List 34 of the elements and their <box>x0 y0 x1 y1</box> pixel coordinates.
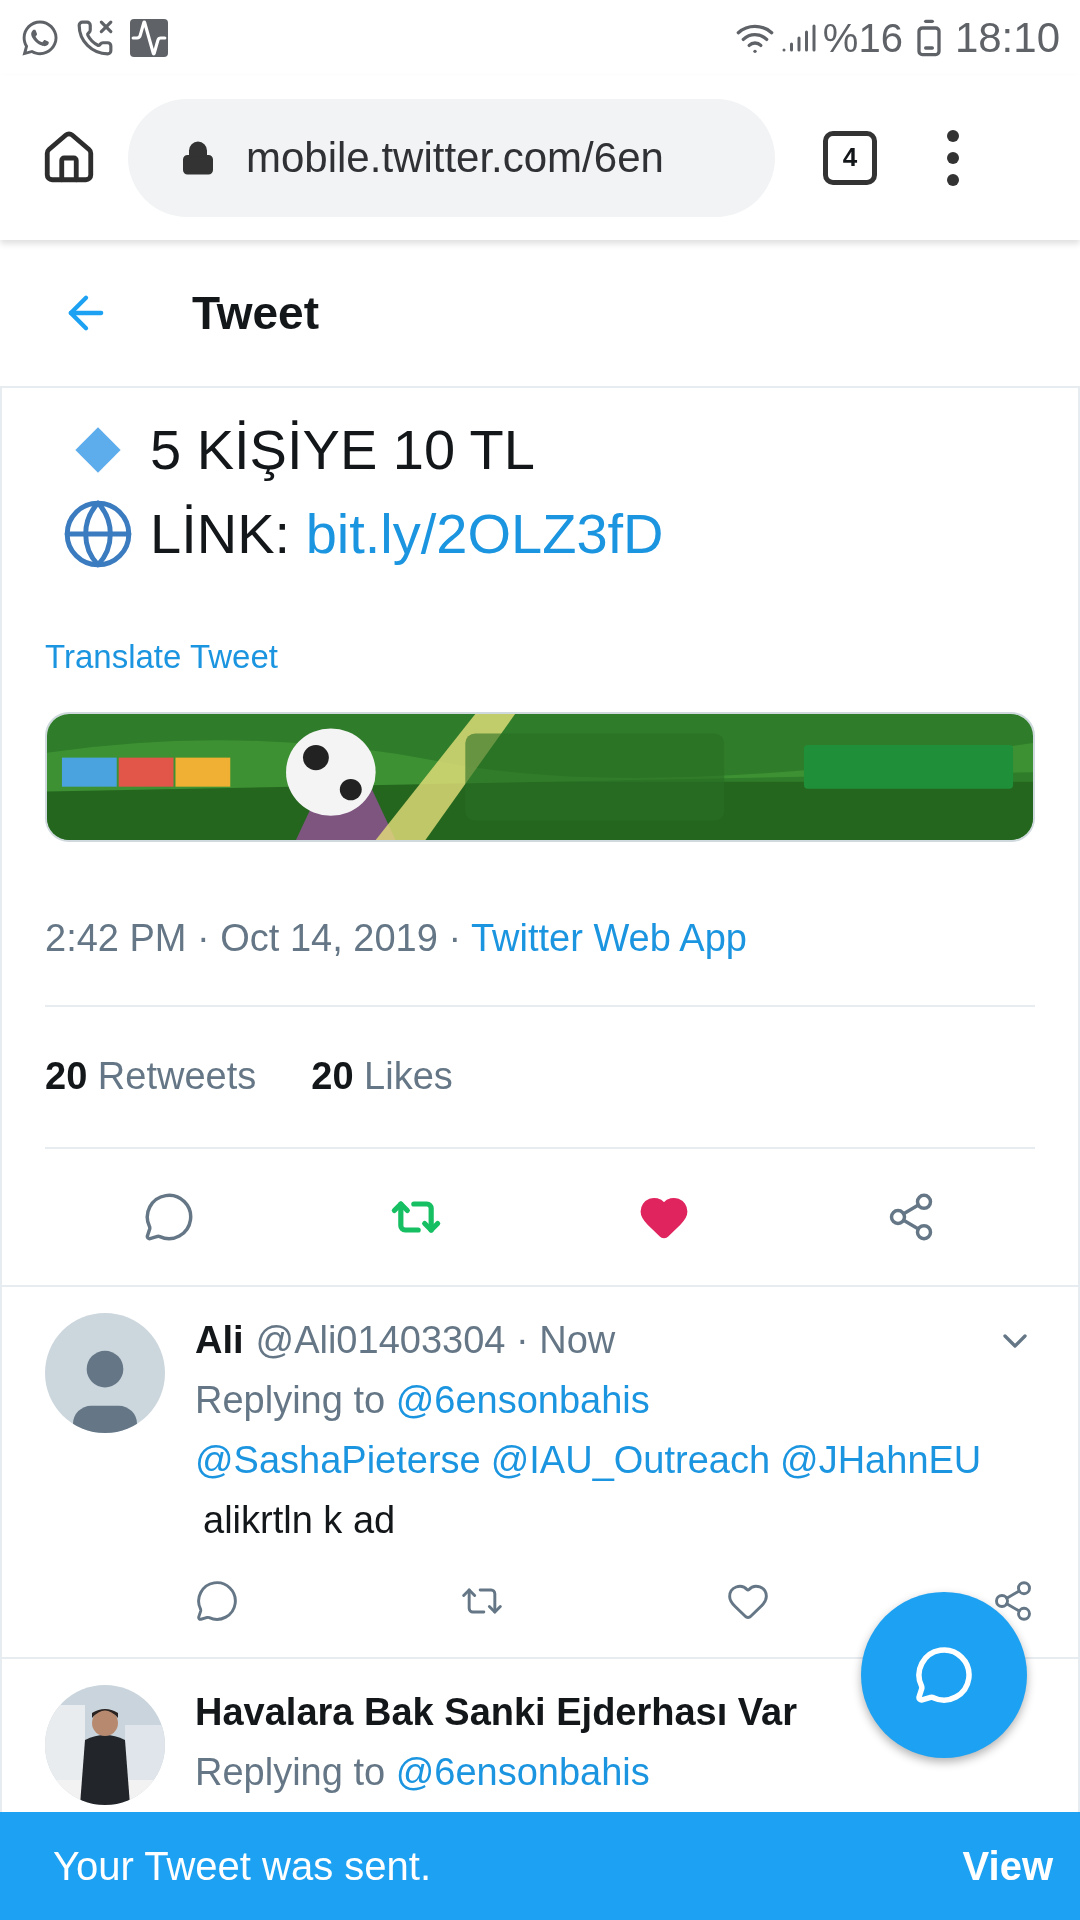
page-title: Tweet <box>192 285 319 341</box>
user-name[interactable]: Havalara Bak Sanki Ejderhası Var <box>195 1684 798 1741</box>
stat-count[interactable]: 20 Likes <box>311 1048 453 1105</box>
address-bar[interactable]: mobile.twitter.com/6en <box>128 98 775 217</box>
replying-to: Replying to @6ensonbahis <box>195 1749 651 1795</box>
battery-percent: %16 <box>822 14 903 62</box>
user-name[interactable]: Ali <box>195 1312 244 1369</box>
clock: 18:10 <box>954 13 1060 63</box>
toast-message: Your Tweet was sent. <box>53 1843 431 1890</box>
tweet-text: LİNK: bit.ly/2OLZ3fD <box>150 501 664 567</box>
translate-link[interactable]: Translate Tweet <box>45 632 278 682</box>
mention-link[interactable]: @JHahnEU <box>780 1432 982 1489</box>
activity-icon <box>130 18 168 57</box>
missed-call-icon <box>76 18 114 57</box>
user-handle: @Ali01403304 · Now <box>255 1318 616 1363</box>
stat-count[interactable]: 20 Retweets <box>45 1048 257 1105</box>
tweet-text: 5 KİŞİYE 10 TL <box>150 417 535 483</box>
compose-button[interactable] <box>861 1592 1027 1758</box>
mention-link[interactable]: @IAU_Outreach <box>490 1432 771 1489</box>
menu-icon[interactable] <box>947 129 959 186</box>
source-link[interactable]: Twitter Web App <box>470 916 747 959</box>
mention-link[interactable]: @6ensonbahis <box>395 1378 650 1421</box>
tab-count[interactable]: 4 <box>823 130 877 185</box>
lock-icon <box>180 139 216 176</box>
replying-to: Replying to @6ensonbahis <box>195 1377 651 1423</box>
tweet-link[interactable]: bit.ly/2OLZ3fD <box>305 502 664 565</box>
tweet-timestamp: 2:42 PM · Oct 14, 2019 · Twitter Web App <box>45 915 748 961</box>
url-text: mobile.twitter.com/6en <box>246 133 664 183</box>
mention-link[interactable]: @SashaPieterse <box>195 1432 481 1489</box>
mention-link[interactable]: @6ensonbahis <box>395 1750 650 1793</box>
reply-icon[interactable] <box>195 1578 239 1623</box>
reply-icon <box>914 1645 974 1705</box>
reply-text: alikrtln k ad <box>203 1497 397 1543</box>
view-button[interactable]: View <box>962 1836 1053 1896</box>
